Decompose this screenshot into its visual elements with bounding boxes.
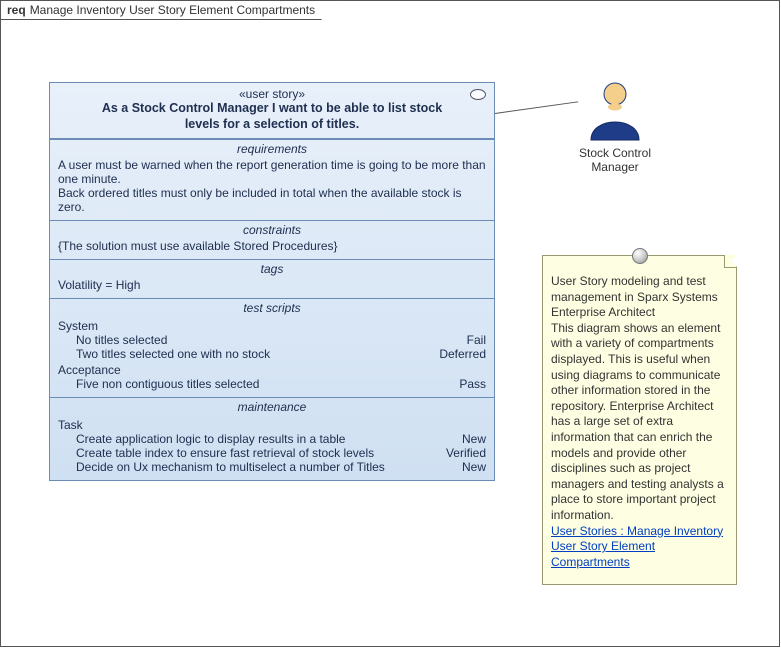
actor-label: Stock Control Manager <box>565 146 665 175</box>
maintenance-row: Decide on Ux mechanism to multiselect a … <box>58 460 486 474</box>
test-group-label: System <box>58 319 486 333</box>
story-stereotype: «user story» <box>80 87 464 101</box>
test-scripts-label: test scripts <box>50 299 494 315</box>
test-group-acceptance: Acceptance Five non contiguous titles se… <box>58 363 486 391</box>
story-title: As a Stock Control Manager I want to be … <box>80 101 464 132</box>
maintenance-name: Create application logic to display resu… <box>76 432 345 446</box>
test-scripts-compartment: test scripts System No titles selected F… <box>50 298 494 397</box>
actor-element[interactable]: Stock Control Manager <box>565 82 665 175</box>
test-name: Five non contiguous titles selected <box>76 377 259 391</box>
maintenance-status: New <box>462 460 486 474</box>
test-row: Five non contiguous titles selected Pass <box>58 377 486 391</box>
tags-compartment: tags Volatility = High <box>50 259 494 298</box>
requirements-label: requirements <box>50 140 494 156</box>
test-row: Two titles selected one with no stock De… <box>58 347 486 361</box>
maintenance-group-task: Task Create application logic to display… <box>58 418 486 474</box>
person-icon <box>583 82 647 142</box>
maintenance-label: maintenance <box>50 398 494 414</box>
test-name: Two titles selected one with no stock <box>76 347 270 361</box>
maintenance-name: Create table index to ensure fast retrie… <box>76 446 374 460</box>
note-link[interactable]: User Stories : Manage Inventory User Sto… <box>551 524 728 571</box>
diagram-frame: req Manage Inventory User Story Element … <box>0 0 780 647</box>
requirements-compartment: requirements A user must be warned when … <box>50 139 494 220</box>
maintenance-compartment: maintenance Task Create application logi… <box>50 397 494 480</box>
constraints-compartment: constraints {The solution must use avail… <box>50 220 494 259</box>
actor-label-line: Stock Control <box>565 146 665 160</box>
maintenance-name: Decide on Ux mechanism to multiselect a … <box>76 460 385 474</box>
note-body: This diagram shows an element with a var… <box>551 321 724 522</box>
frame-title: Manage Inventory User Story Element Comp… <box>30 3 315 17</box>
maintenance-status: Verified <box>446 446 486 460</box>
frame-title-tab: req Manage Inventory User Story Element … <box>0 0 338 20</box>
test-group-system: System No titles selected Fail Two title… <box>58 319 486 361</box>
maintenance-status: New <box>462 432 486 446</box>
maintenance-row: Create table index to ensure fast retrie… <box>58 446 486 460</box>
test-status: Pass <box>459 377 486 391</box>
note-element[interactable]: User Story modeling and test management … <box>542 255 737 585</box>
element-action-icon[interactable] <box>470 89 486 100</box>
frame-prefix: req <box>7 3 26 17</box>
requirement-item: A user must be warned when the report ge… <box>58 158 486 186</box>
user-story-element[interactable]: «user story» As a Stock Control Manager … <box>49 82 495 481</box>
tags-label: tags <box>50 260 494 276</box>
requirement-item: Back ordered titles must only be include… <box>58 186 486 214</box>
constraints-label: constraints <box>50 221 494 237</box>
test-group-label: Acceptance <box>58 363 486 377</box>
maintenance-row: Create application logic to display resu… <box>58 432 486 446</box>
pin-icon <box>632 248 648 264</box>
test-row: No titles selected Fail <box>58 333 486 347</box>
story-header: «user story» As a Stock Control Manager … <box>50 83 494 139</box>
tag-item: Volatility = High <box>58 278 486 292</box>
actor-label-line: Manager <box>565 160 665 174</box>
test-status: Fail <box>467 333 486 347</box>
test-status: Deferred <box>439 347 486 361</box>
constraint-item: {The solution must use available Stored … <box>58 239 486 253</box>
note-heading: User Story modeling and test management … <box>551 274 718 319</box>
test-name: No titles selected <box>76 333 167 347</box>
maintenance-group-label: Task <box>58 418 486 432</box>
